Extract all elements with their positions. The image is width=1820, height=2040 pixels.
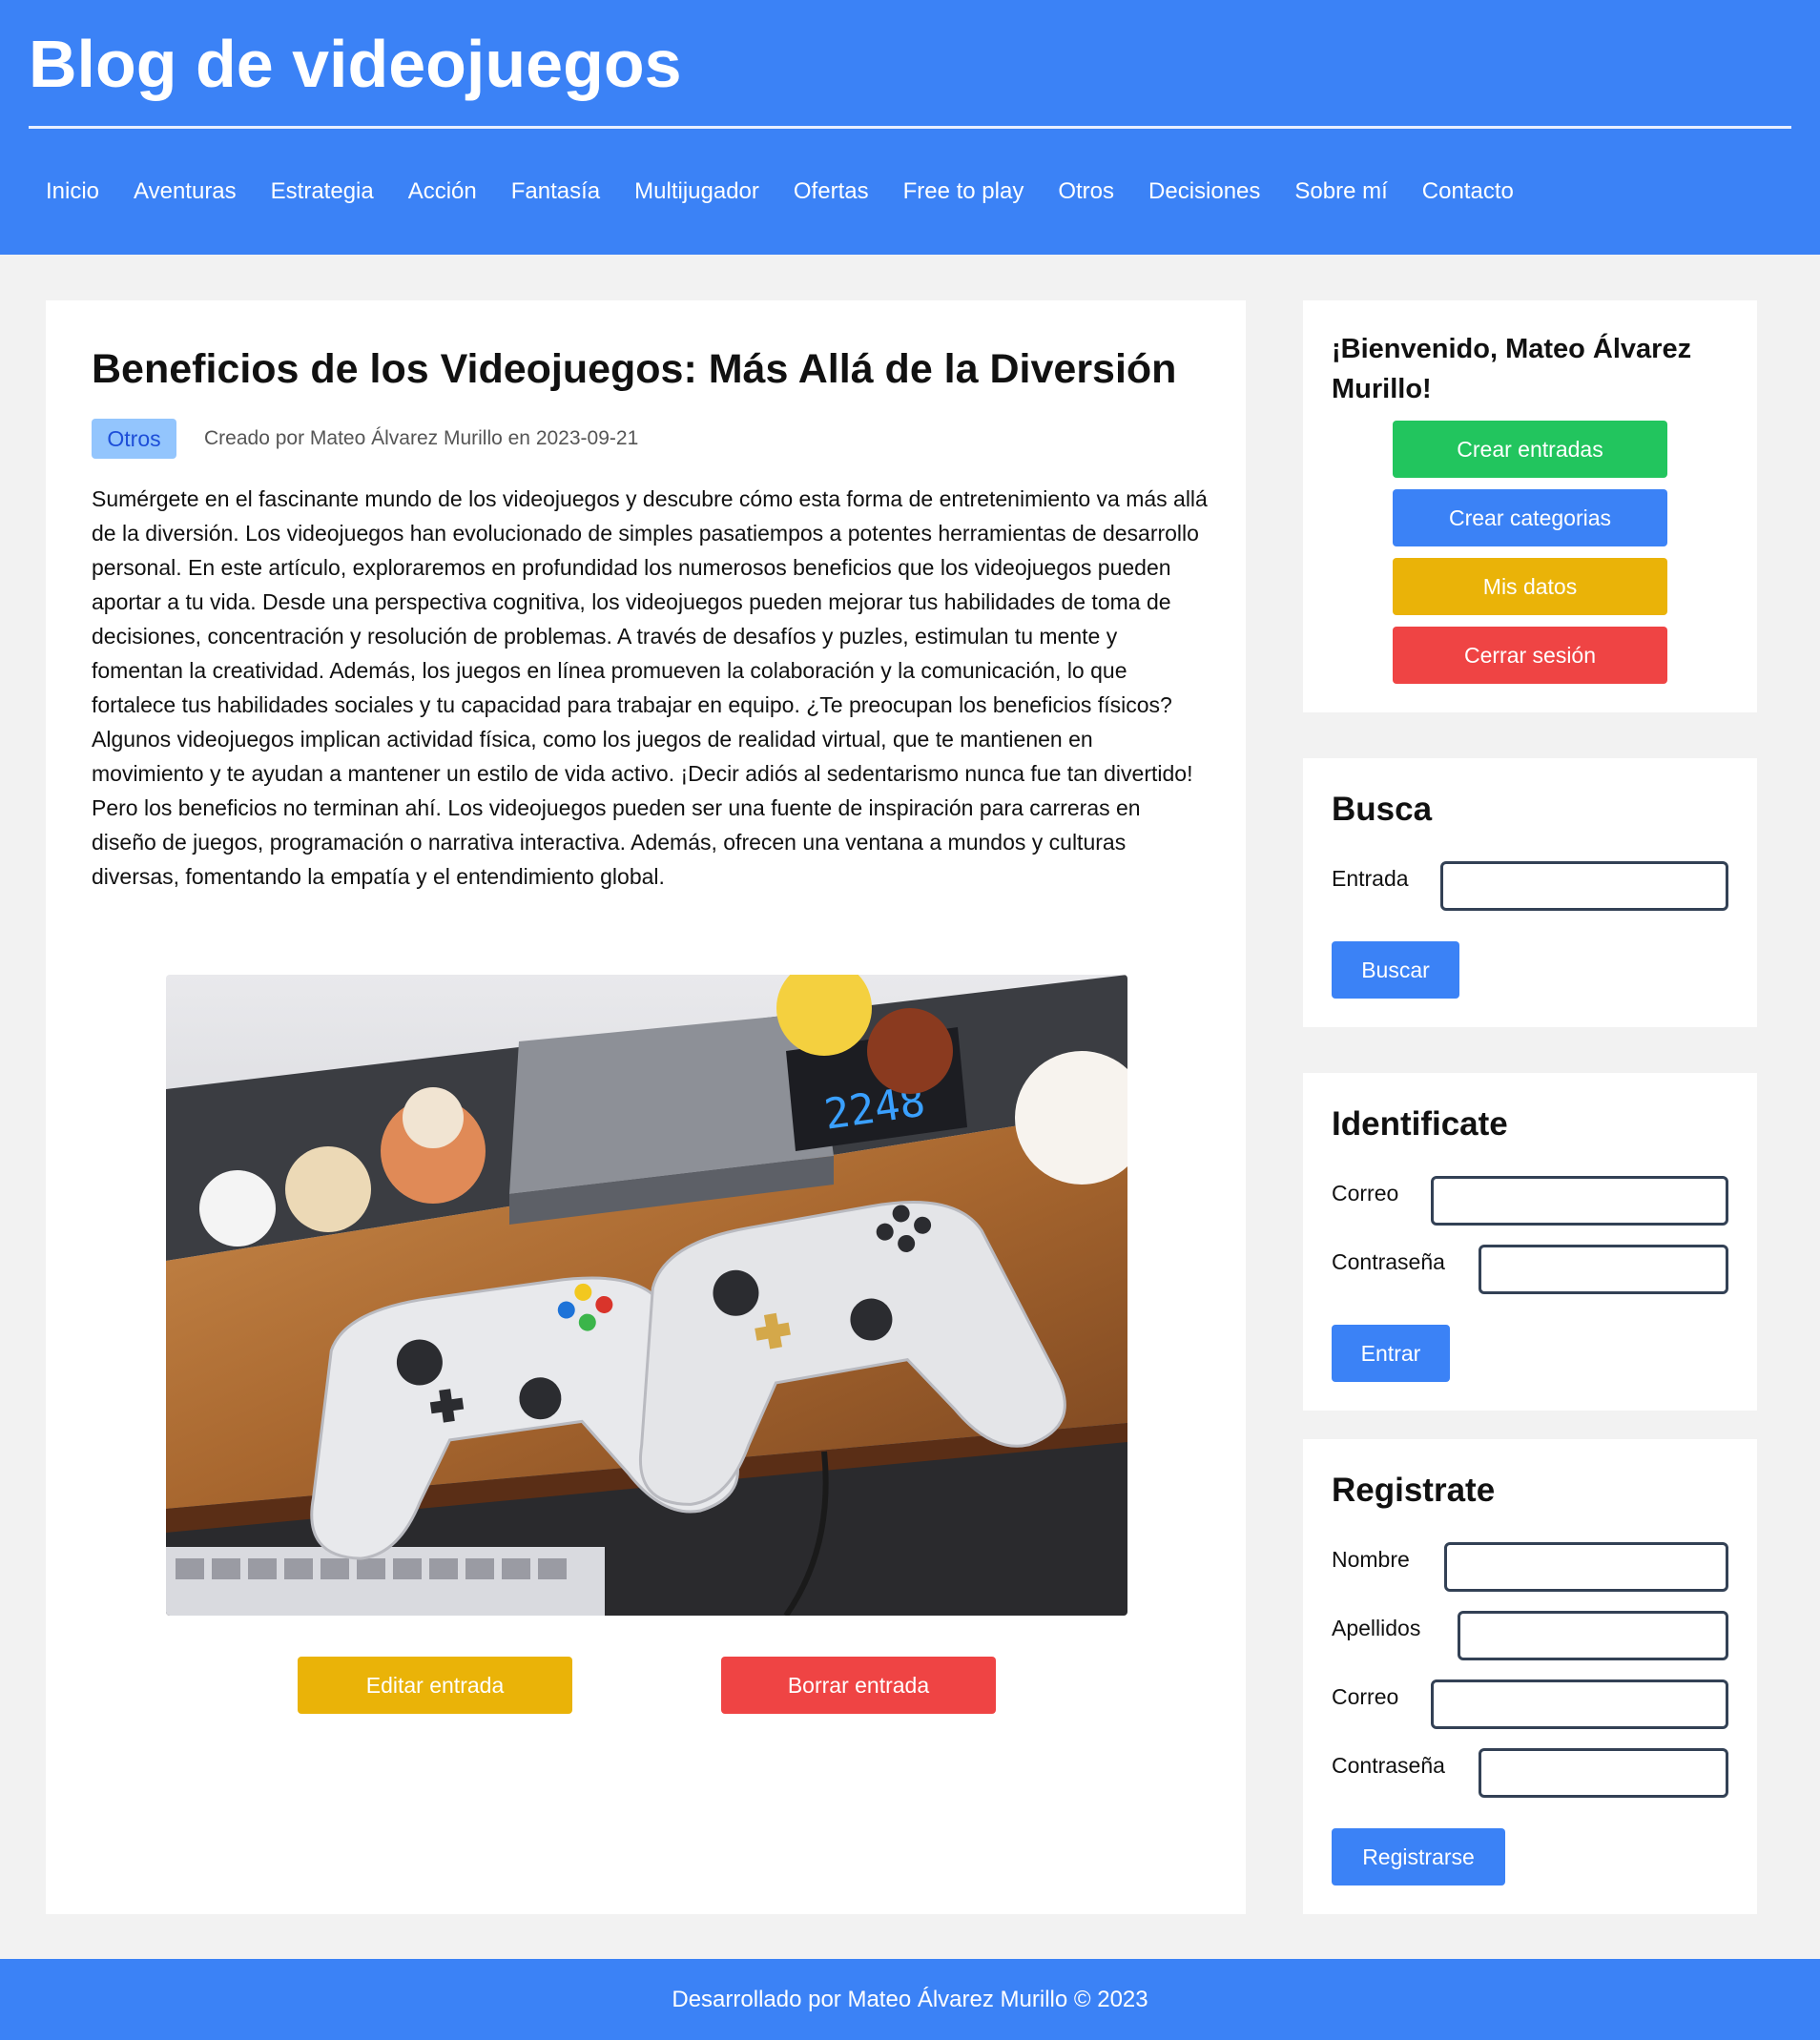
nav-item-estrategia[interactable]: Estrategia [254, 172, 391, 212]
site-header: Blog de videojuegos Inicio Aventuras Est… [0, 0, 1820, 255]
register-email-field[interactable] [1431, 1679, 1728, 1729]
edit-post-button[interactable]: Editar entrada [298, 1657, 572, 1714]
post-title: Beneficios de los Videojuegos: Más Allá … [92, 346, 1177, 392]
search-button[interactable]: Buscar [1332, 941, 1459, 999]
register-password-field[interactable] [1479, 1748, 1728, 1798]
logout-button[interactable]: Cerrar sesión [1393, 627, 1667, 684]
nav-item-accion[interactable]: Acción [391, 172, 494, 212]
search-card: Busca Entrada Buscar [1303, 758, 1757, 1027]
my-data-button[interactable]: Mis datos [1393, 558, 1667, 615]
login-password-field[interactable] [1479, 1245, 1728, 1294]
nav-item-inicio[interactable]: Inicio [29, 172, 116, 212]
nav-item-otros[interactable]: Otros [1041, 172, 1131, 212]
nav-item-contacto[interactable]: Contacto [1405, 172, 1531, 212]
search-input[interactable] [1440, 861, 1728, 911]
login-email-label: Correo [1332, 1181, 1399, 1205]
welcome-title: ¡Bienvenido, Mateo Álvarez Murillo! [1332, 334, 1692, 404]
create-category-button[interactable]: Crear categorias [1393, 489, 1667, 546]
post-image: 2248 [166, 975, 1127, 1616]
search-label: Entrada [1332, 866, 1409, 891]
nav-item-aventuras[interactable]: Aventuras [116, 172, 254, 212]
login-password-label: Contraseña [1332, 1249, 1445, 1274]
register-surname-label: Apellidos [1332, 1616, 1421, 1640]
site-title[interactable]: Blog de videojuegos [29, 21, 682, 107]
nav-item-free-to-play[interactable]: Free to play [886, 172, 1042, 212]
register-name-label: Nombre [1332, 1547, 1410, 1572]
welcome-card: ¡Bienvenido, Mateo Álvarez Murillo! Crea… [1303, 300, 1757, 712]
login-email-field[interactable] [1431, 1176, 1728, 1226]
register-password-label: Contraseña [1332, 1753, 1445, 1778]
delete-post-button[interactable]: Borrar entrada [721, 1657, 996, 1714]
post-card: Beneficios de los Videojuegos: Más Allá … [46, 300, 1246, 1914]
search-title: Busca [1332, 791, 1433, 828]
nav-item-sobre-mi[interactable]: Sobre mí [1277, 172, 1404, 212]
login-button[interactable]: Entrar [1332, 1325, 1450, 1382]
login-card: Identificate Correo Contraseña Entrar [1303, 1073, 1757, 1411]
post-body: Sumérgete en el fascinante mundo de los … [92, 486, 1208, 889]
register-surname-field[interactable] [1458, 1611, 1728, 1660]
main-nav: Inicio Aventuras Estrategia Acción Fanta… [29, 172, 1531, 212]
create-post-button[interactable]: Crear entradas [1393, 421, 1667, 478]
nav-item-ofertas[interactable]: Ofertas [776, 172, 886, 212]
site-footer: Desarrollado por Mateo Álvarez Murillo ©… [0, 1959, 1820, 2040]
category-badge[interactable]: Otros [92, 419, 176, 459]
nav-item-fantasia[interactable]: Fantasía [494, 172, 617, 212]
nav-item-decisiones[interactable]: Decisiones [1131, 172, 1277, 212]
controllers-photo-illustration: 2248 [166, 975, 1127, 1616]
register-email-label: Correo [1332, 1684, 1399, 1709]
register-name-field[interactable] [1444, 1542, 1728, 1592]
register-card: Registrate Nombre Apellidos Correo Contr… [1303, 1439, 1757, 1914]
nav-item-multijugador[interactable]: Multijugador [617, 172, 776, 212]
login-title: Identificate [1332, 1105, 1508, 1143]
post-meta: Creado por Mateo Álvarez Murillo en 2023… [204, 427, 639, 449]
register-button[interactable]: Registrarse [1332, 1828, 1505, 1885]
header-divider [29, 126, 1791, 129]
register-title: Registrate [1332, 1472, 1496, 1509]
